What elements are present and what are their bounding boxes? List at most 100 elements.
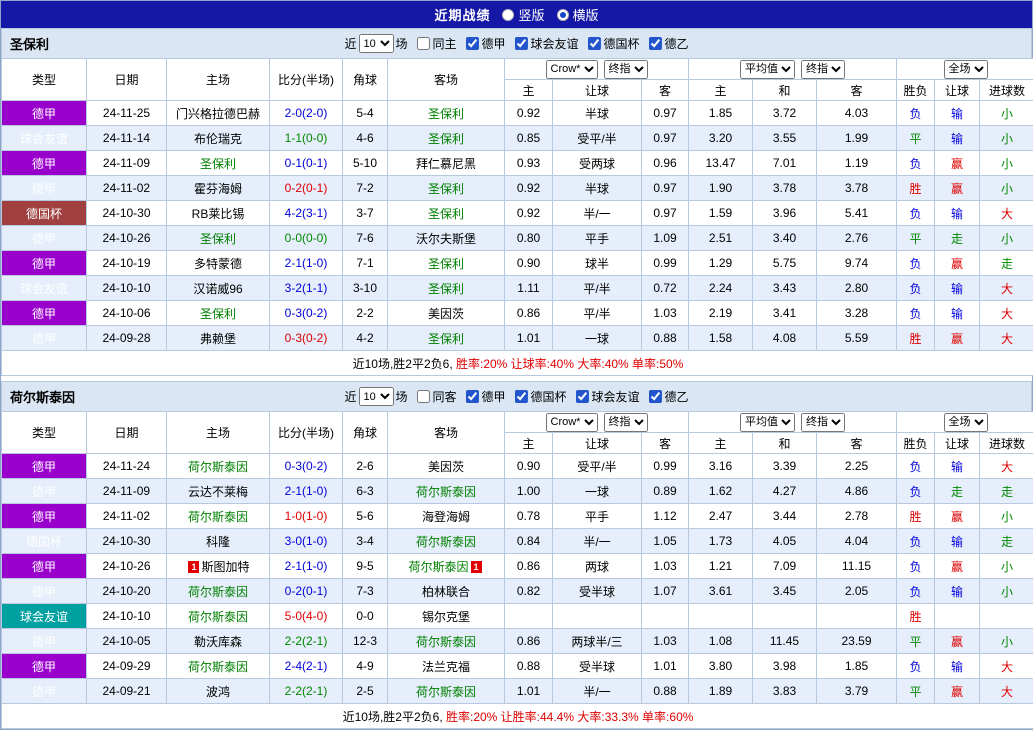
avg-odds-time-select[interactable]: 终指 [801,412,845,432]
home-team-link[interactable]: 门兴格拉德巴赫 [176,107,260,121]
score: 2-4(2-1) [269,653,343,679]
home-team-link[interactable]: 圣保利 [200,307,236,321]
away-team-link[interactable]: 法兰克福 [422,660,470,674]
away-team-link[interactable]: 圣保利 [428,132,464,146]
odds-time-select[interactable]: 终指 [603,412,648,432]
away-team-link[interactable]: 圣保利 [428,332,464,346]
away-team-link[interactable]: 圣保利 [428,257,464,271]
handicap-odds-home: 1.01 [504,325,553,351]
score: 5-0(4-0) [269,603,343,629]
away-team-link[interactable]: 圣保利 [428,282,464,296]
away-team-link[interactable]: 荷尔斯泰因 [416,635,476,649]
handicap-line: 半/一 [552,678,642,704]
home-team-cell: 荷尔斯泰因 [166,653,270,679]
league-checkbox-3[interactable] [648,37,662,50]
away-team-link[interactable]: 拜仁慕尼黑 [416,157,476,171]
league-checkbox-3[interactable] [648,390,662,403]
away-team-link[interactable]: 圣保利 [428,107,464,121]
home-team-link[interactable]: 荷尔斯泰因 [188,610,248,624]
handicap-odds-away: 0.89 [641,478,689,504]
match-count-select[interactable]: 10 [358,387,394,406]
avg-odds-home: 1.85 [688,100,753,126]
home-team-link[interactable]: RB莱比锡 [192,207,245,221]
league-badge: 德国杯 [1,200,87,226]
match-date: 24-11-02 [86,175,167,201]
sections-container: 圣保利近 10 场同主 德甲 球会友谊 德国杯 德乙 类型 日期 主场 比分(半场) 角球 客场 Crow… [0,28,1033,729]
home-team-link[interactable]: 圣保利 [200,157,236,171]
away-team-link[interactable]: 柏林联合 [422,585,470,599]
league-checkbox-2[interactable] [575,390,589,403]
home-team-link[interactable]: 勒沃库森 [194,635,242,649]
bookmaker-select[interactable]: Crow* [545,59,598,79]
average-select[interactable]: 平均值 [740,59,795,79]
league-checkbox-0[interactable] [465,390,479,403]
away-team-link[interactable]: 沃尔夫斯堡 [416,232,476,246]
radio-vertical-icon[interactable] [502,8,515,21]
home-team-link[interactable]: 荷尔斯泰因 [188,660,248,674]
match-row: 德甲 24-09-21 波鸿 2-2(2-1) 2-5 荷尔斯泰因 1.01 半/一 0.88 1… [1,678,1033,704]
home-team-link[interactable]: 弗赖堡 [200,332,236,346]
home-team-link[interactable]: 霍芬海姆 [194,182,242,196]
avg-odds-header: 平均值 终指 [688,411,897,433]
full-match-select[interactable]: 全场 [943,412,988,432]
league-checkbox-1[interactable] [514,390,528,403]
result-goals: 小 [978,578,1033,604]
away-team-link[interactable]: 美因茨 [428,460,464,474]
layout-option-horizontal[interactable]: 横版 [556,5,599,24]
away-team-cell: 锡尔克堡 [387,603,505,629]
away-team-cell: 荷尔斯泰因 [387,678,505,704]
handicap-odds-away: 1.05 [641,528,689,554]
away-team-link[interactable]: 圣保利 [428,182,464,196]
away-team-link[interactable]: 美因茨 [428,307,464,321]
away-team-link[interactable]: 荷尔斯泰因 [416,535,476,549]
avg-odds-away: 5.41 [816,200,897,226]
sub-col-header: 和 [752,432,817,454]
results-table: 类型 日期 主场 比分(半场) 角球 客场 Crow* 终指 平均值 终指 全场主让球客主和客胜负让… [0,58,1033,376]
same-venue-checkbox[interactable] [416,390,430,403]
col-header: 日期 [86,411,167,454]
odds-time-select[interactable]: 终指 [603,59,648,79]
result-handicap: 输 [934,275,980,301]
same-venue-checkbox[interactable] [416,37,430,50]
away-team-link[interactable]: 圣保利 [428,207,464,221]
away-team-link[interactable]: 荷尔斯泰因 [416,485,476,499]
match-count-select[interactable]: 10 [358,34,394,53]
home-team-cell: 波鸿 [166,678,270,704]
league-checkbox-1[interactable] [514,37,528,50]
home-team-link[interactable]: 圣保利 [200,232,236,246]
league-checkbox-0[interactable] [465,37,479,50]
layout-option-vertical[interactable]: 竖版 [502,5,545,24]
avg-odds-away: 5.59 [816,325,897,351]
home-team-link[interactable]: 荷尔斯泰因 [188,460,248,474]
full-match-select[interactable]: 全场 [943,59,988,79]
league-badge: 德甲 [1,225,87,251]
home-team-link[interactable]: 荷尔斯泰因 [188,510,248,524]
avg-odds-time-select[interactable]: 终指 [801,59,845,79]
sub-col-header: 客 [641,79,689,101]
avg-odds-draw: 3.83 [752,678,817,704]
handicap-line: 半/一 [552,528,642,554]
away-team-link[interactable]: 锡尔克堡 [422,610,470,624]
home-team-link[interactable]: 汉诺威96 [193,282,242,296]
avg-odds-home: 1.21 [688,553,753,579]
home-team-link[interactable]: 云达不莱梅 [188,485,248,499]
away-team-link[interactable]: 荷尔斯泰因 [416,685,476,699]
home-team-link[interactable]: 布伦瑞克 [194,132,242,146]
home-team-link[interactable]: 斯图加特 [201,560,249,574]
bookmaker-select[interactable]: Crow* [545,412,598,432]
home-team-link[interactable]: 多特蒙德 [194,257,242,271]
away-team-link[interactable]: 荷尔斯泰因 [408,560,468,574]
match-date: 24-10-26 [86,225,167,251]
away-team-link[interactable]: 海登海姆 [422,510,470,524]
home-team-link[interactable]: 荷尔斯泰因 [188,585,248,599]
handicap-odds-away: 1.03 [641,300,689,326]
corners: 4-2 [342,325,388,351]
home-team-link[interactable]: 波鸿 [206,685,230,699]
radio-horizontal-icon[interactable] [556,8,569,21]
match-row: 德甲 24-10-06 圣保利 0-3(0-2) 2-2 美因茨 0.86 平/半 1.03 2.… [1,300,1033,326]
sub-col-header: 让球 [934,79,980,101]
home-team-link[interactable]: 科隆 [206,535,230,549]
average-select[interactable]: 平均值 [740,412,795,432]
league-checkbox-2[interactable] [587,37,601,50]
handicap-odds-away: 1.01 [641,653,689,679]
